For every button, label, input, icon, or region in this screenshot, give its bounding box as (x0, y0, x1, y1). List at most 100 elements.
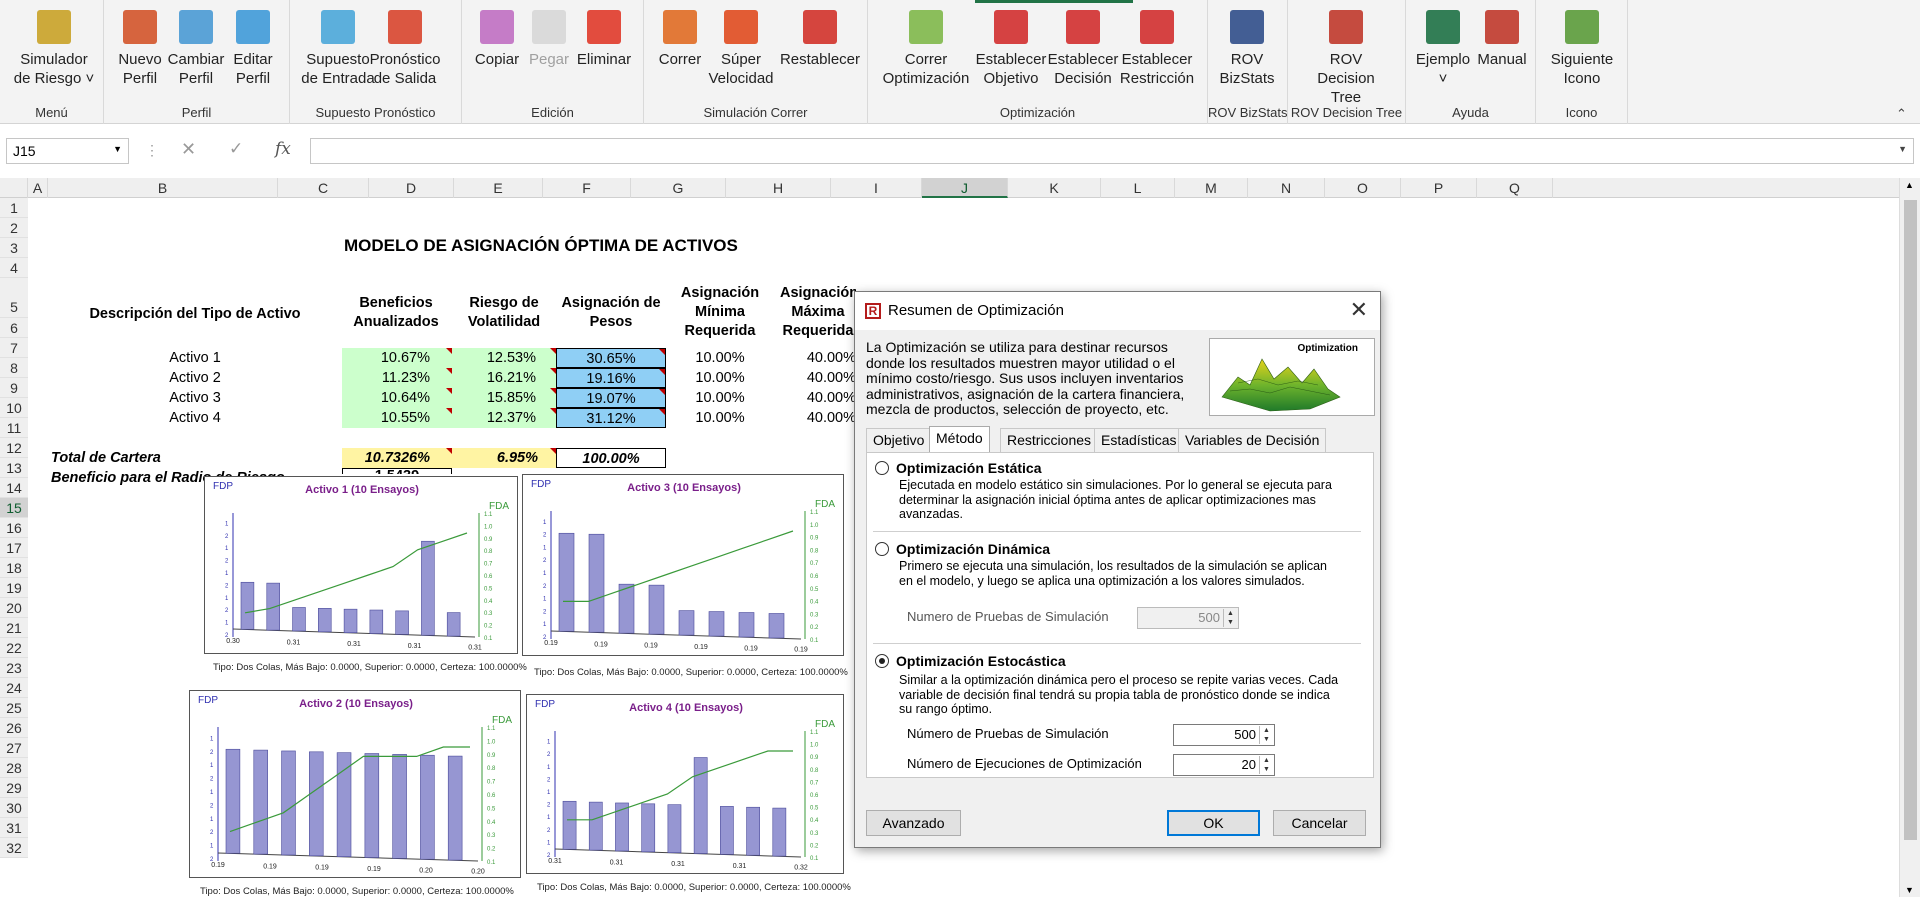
asset-risk-cell[interactable]: 16.21% (452, 368, 556, 388)
row-header-14[interactable]: 14 (0, 478, 28, 498)
row-header-11[interactable]: 11 (0, 418, 28, 438)
tab-objetivo[interactable]: Objetivo (866, 428, 932, 452)
optimization-runs-stepper[interactable]: 20 ▲ ▼ (1173, 754, 1275, 776)
stochastic-optimization-option[interactable]: Optimización Estocástica (875, 653, 1066, 669)
ok-button[interactable]: OK (1167, 810, 1260, 836)
confirm-entry-icon[interactable]: ✓ (229, 139, 243, 159)
row-header-17[interactable]: 17 (0, 538, 28, 558)
row-header-26[interactable]: 26 (0, 718, 28, 738)
row-header-15[interactable]: 15 (0, 498, 28, 518)
asset-return-cell[interactable]: 10.67% (342, 348, 452, 368)
scroll-up-icon[interactable]: ▲ (1905, 180, 1914, 190)
column-header-d[interactable]: D (369, 178, 454, 198)
asset-return-cell[interactable]: 10.55% (342, 408, 452, 428)
asset-risk-cell[interactable]: 12.37% (452, 408, 556, 428)
edit-profile-button[interactable]: Editar Perfil (208, 10, 298, 88)
forecast-chart[interactable]: Activo 3 (10 Ensayos) FDP FDA 0.1 0.2 0.3 0.4 0… (522, 474, 844, 656)
row-header-12[interactable]: 12 (0, 438, 28, 458)
row-header-9[interactable]: 9 (0, 378, 28, 398)
super-speed-button[interactable]: Súper Velocidad (696, 10, 786, 88)
forecast-chart[interactable]: Activo 2 (10 Ensayos) FDP FDA 0.1 0.2 0.3 0.4 0… (189, 690, 521, 878)
chevron-down-icon[interactable]: ▼ (113, 144, 122, 154)
row-header-18[interactable]: 18 (0, 558, 28, 578)
row-header-7[interactable]: 7 (0, 338, 28, 358)
run-optimization-button[interactable]: Correr Optimización (881, 10, 971, 88)
row-header-22[interactable]: 22 (0, 638, 28, 658)
stochastic-trials-stepper[interactable]: 500 ▲ ▼ (1173, 724, 1275, 746)
row-header-29[interactable]: 29 (0, 778, 28, 798)
portfolio-return-cell[interactable]: 10.7326% (342, 448, 452, 468)
bizstats-button[interactable]: ROV BizStats (1202, 10, 1292, 88)
row-header-27[interactable]: 27 (0, 738, 28, 758)
forecast-chart[interactable]: Activo 4 (10 Ensayos) FDP FDA 0.1 0.2 0.3 0.4 0… (526, 694, 844, 874)
asset-weight-cell[interactable]: 19.07% (556, 388, 666, 408)
forecast-chart[interactable]: Activo 1 (10 Ensayos) FDP FDA 0.1 0.2 0.3 0.4 0… (204, 476, 518, 654)
tab-estadísticas[interactable]: Estadísticas (1094, 428, 1184, 452)
row-header-20[interactable]: 20 (0, 598, 28, 618)
asset-return-cell[interactable]: 11.23% (342, 368, 452, 388)
row-header-32[interactable]: 32 (0, 838, 28, 858)
next-gear-icon-button[interactable]: Siguiente Icono (1537, 10, 1627, 88)
row-header-16[interactable]: 16 (0, 518, 28, 538)
reset-button[interactable]: Restablecer (775, 10, 865, 69)
decision-tree-button[interactable]: ROV Decision Tree (1301, 10, 1391, 107)
cancel-entry-icon[interactable]: ✕ (181, 139, 196, 160)
column-header-b[interactable]: B (48, 178, 278, 198)
row-header-25[interactable]: 25 (0, 698, 28, 718)
column-header-f[interactable]: F (543, 178, 631, 198)
column-header-j[interactable]: J (922, 178, 1008, 198)
row-header-2[interactable]: 2 (0, 218, 28, 238)
scrollbar-thumb[interactable] (1904, 200, 1917, 840)
row-header-24[interactable]: 24 (0, 678, 28, 698)
row-header-8[interactable]: 8 (0, 358, 28, 378)
advanced-button[interactable]: Avanzado (866, 810, 961, 836)
vertical-scrollbar[interactable]: ▲ ▼ (1899, 178, 1920, 897)
tab-método[interactable]: Método (929, 426, 990, 452)
column-header-n[interactable]: N (1248, 178, 1325, 198)
column-header-h[interactable]: H (726, 178, 831, 198)
row-header-23[interactable]: 23 (0, 658, 28, 678)
collapse-ribbon-icon[interactable]: ⌃ (1896, 106, 1907, 122)
column-header-e[interactable]: E (454, 178, 543, 198)
manual-pdf-button[interactable]: Manual (1457, 10, 1547, 69)
row-header-10[interactable]: 10 (0, 398, 28, 418)
select-all-corner[interactable] (0, 178, 28, 198)
portfolio-weight-cell[interactable]: 100.00% (556, 448, 666, 468)
asset-weight-cell[interactable]: 31.12% (556, 408, 666, 428)
output-forecast-button[interactable]: Pronóstico de Salida (360, 10, 450, 88)
dynamic-optimization-option[interactable]: Optimización Dinámica (875, 541, 1050, 557)
row-header-13[interactable]: 13 (0, 458, 28, 478)
row-header-5[interactable]: 5 (0, 278, 28, 318)
column-header-q[interactable]: Q (1477, 178, 1553, 198)
static-optimization-option[interactable]: Optimización Estática (875, 460, 1041, 476)
scroll-down-icon[interactable]: ▼ (1905, 885, 1914, 895)
spin-arrows-icon[interactable]: ▲ ▼ (1259, 756, 1273, 774)
tab-variables-de-decisión[interactable]: Variables de Decisión (1178, 428, 1327, 452)
close-icon[interactable]: ✕ (1350, 297, 1368, 323)
row-header-31[interactable]: 31 (0, 818, 28, 838)
portfolio-risk-cell[interactable]: 6.95% (452, 448, 556, 468)
row-header-3[interactable]: 3 (0, 238, 28, 258)
dialog-titlebar[interactable]: R Resumen de Optimización ✕ (855, 292, 1380, 330)
spin-arrows-icon[interactable]: ▲ ▼ (1259, 726, 1273, 744)
asset-risk-cell[interactable]: 15.85% (452, 388, 556, 408)
column-header-o[interactable]: O (1325, 178, 1401, 198)
column-header-k[interactable]: K (1008, 178, 1101, 198)
static-optimization-radio[interactable] (875, 461, 889, 475)
column-header-m[interactable]: M (1175, 178, 1248, 198)
column-header-p[interactable]: P (1401, 178, 1477, 198)
dynamic-optimization-radio[interactable] (875, 542, 889, 556)
row-header-19[interactable]: 19 (0, 578, 28, 598)
return-risk-ratio-cell[interactable]: 1.5439 (342, 468, 452, 474)
tab-restricciones[interactable]: Restricciones (1000, 428, 1099, 452)
column-header-i[interactable]: I (831, 178, 922, 198)
name-box[interactable]: J15 ▼ (6, 138, 129, 164)
column-header-a[interactable]: A (28, 178, 48, 198)
asset-risk-cell[interactable]: 12.53% (452, 348, 556, 368)
row-header-28[interactable]: 28 (0, 758, 28, 778)
row-header-30[interactable]: 30 (0, 798, 28, 818)
cancel-button[interactable]: Cancelar (1273, 810, 1366, 836)
asset-return-cell[interactable]: 10.64% (342, 388, 452, 408)
simulator-button[interactable]: Simulador de Riesgo ˅ (9, 10, 99, 88)
row-header-4[interactable]: 4 (0, 258, 28, 278)
